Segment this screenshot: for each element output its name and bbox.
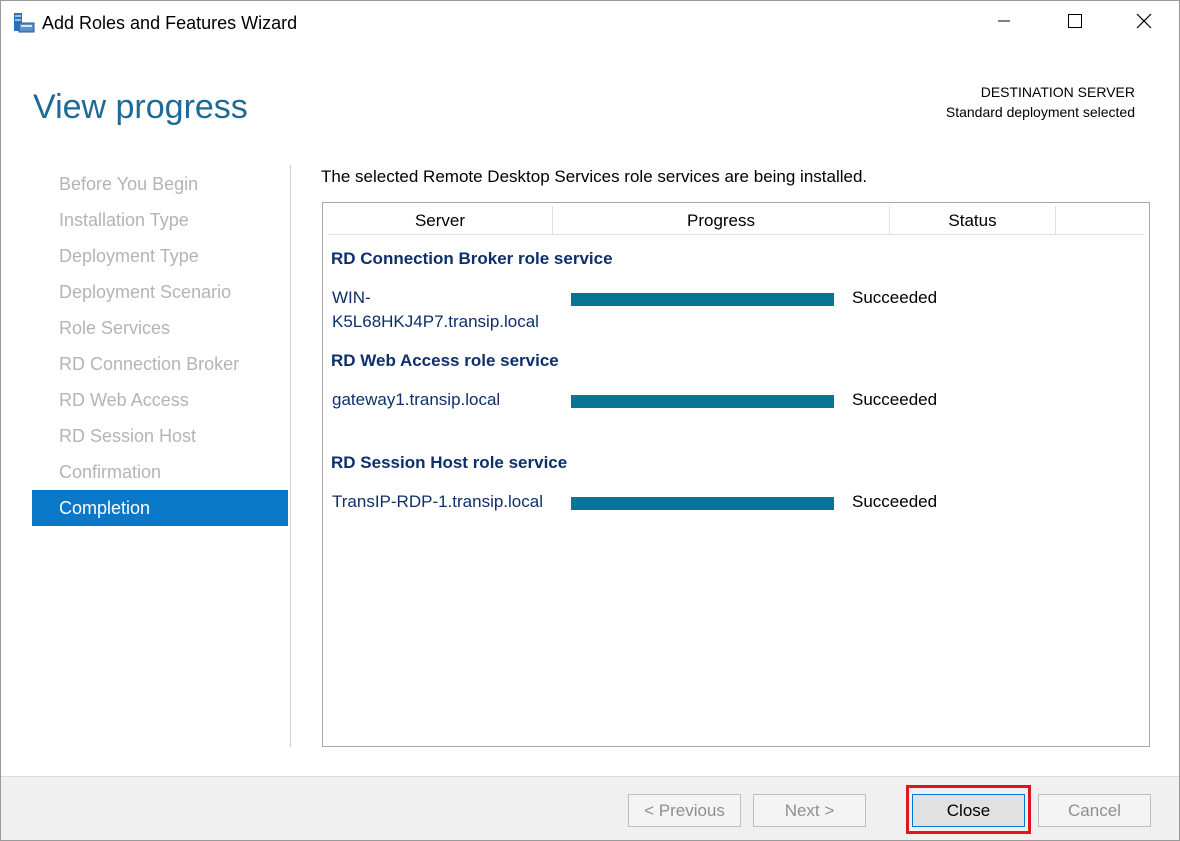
nav-item-confirmation: Confirmation [59,462,162,482]
title-bar: Add Roles and Features Wizard [1,1,1179,46]
server-name-line: TransIP-RDP-1.transip.local [332,492,543,511]
nav-item-deployment-type: Deployment Type [59,246,199,266]
progress-bar-fill [571,395,834,408]
intro-text: The selected Remote Desktop Services rol… [321,167,868,186]
status-text: Succeeded [852,390,938,409]
nav-item-rd-session-host: RD Session Host [59,426,197,446]
server-name-line: K5L68HKJ4P7.transip.local [332,312,539,331]
window-close-button[interactable] [1115,1,1173,46]
cancel-button[interactable]: Cancel [1038,794,1151,827]
nav-item-role-services: Role Services [59,318,171,338]
server-manager-icon [13,12,35,34]
nav-item-completion[interactable]: Completion [32,490,288,526]
nav-item-installation-type: Installation Type [59,210,189,230]
next-button[interactable]: Next > [753,794,866,827]
progress-table: Server Progress Status RD Connection Bro… [322,202,1150,747]
page-title: View progress [33,88,248,126]
maximize-button[interactable] [1046,1,1104,46]
maximize-icon [1067,13,1083,34]
column-header-server[interactable]: Server [328,206,553,235]
nav-item-rd-connection-broker: RD Connection Broker [59,354,240,374]
wizard-window: Add Roles and Features Wizard View progr… [0,0,1180,841]
group-title: RD Connection Broker role service [331,249,613,268]
wizard-steps-nav: Before You Begin Installation Type Deplo… [32,166,288,526]
column-header-status[interactable]: Status [890,206,1056,235]
destination-server-label: DESTINATION SERVER [980,84,1135,100]
progress-bar [571,395,834,408]
nav-item-deployment-scenario: Deployment Scenario [59,282,232,302]
close-button[interactable]: Close [912,794,1025,827]
window-title: Add Roles and Features Wizard [42,13,298,33]
wizard-body: Before You Begin Installation Type Deplo… [1,151,1179,776]
server-name-line: WIN- [332,288,371,307]
progress-bar [571,497,834,510]
destination-server-value: Standard deployment selected [945,104,1135,120]
progress-bar-fill [571,293,834,306]
group-title: RD Session Host role service [331,453,568,472]
previous-button[interactable]: < Previous [628,794,741,827]
server-name[interactable]: TransIP-RDP-1.transip.local [332,490,562,514]
server-name-line: gateway1.transip.local [332,390,501,409]
column-header-progress[interactable]: Progress [553,206,890,235]
nav-item-rd-web-access: RD Web Access [59,390,189,410]
progress-bar-fill [571,497,834,510]
status-text: Succeeded [852,288,938,307]
progress-bar [571,293,834,306]
nav-divider [290,165,291,747]
nav-item-before-you-begin: Before You Begin [59,174,199,194]
server-name[interactable]: gateway1.transip.local [332,388,562,412]
wizard-footer: < Previous Next > Close Cancel [1,776,1179,840]
close-icon [1136,13,1152,34]
minimize-icon [996,13,1012,34]
status-text: Succeeded [852,492,938,511]
server-name[interactable]: WIN- K5L68HKJ4P7.transip.local [332,286,562,334]
table-header: Server Progress Status [328,206,1144,235]
group-title: RD Web Access role service [331,351,559,370]
wizard-header: View progress DESTINATION SERVER Standar… [1,46,1179,151]
minimize-button[interactable] [975,1,1033,46]
